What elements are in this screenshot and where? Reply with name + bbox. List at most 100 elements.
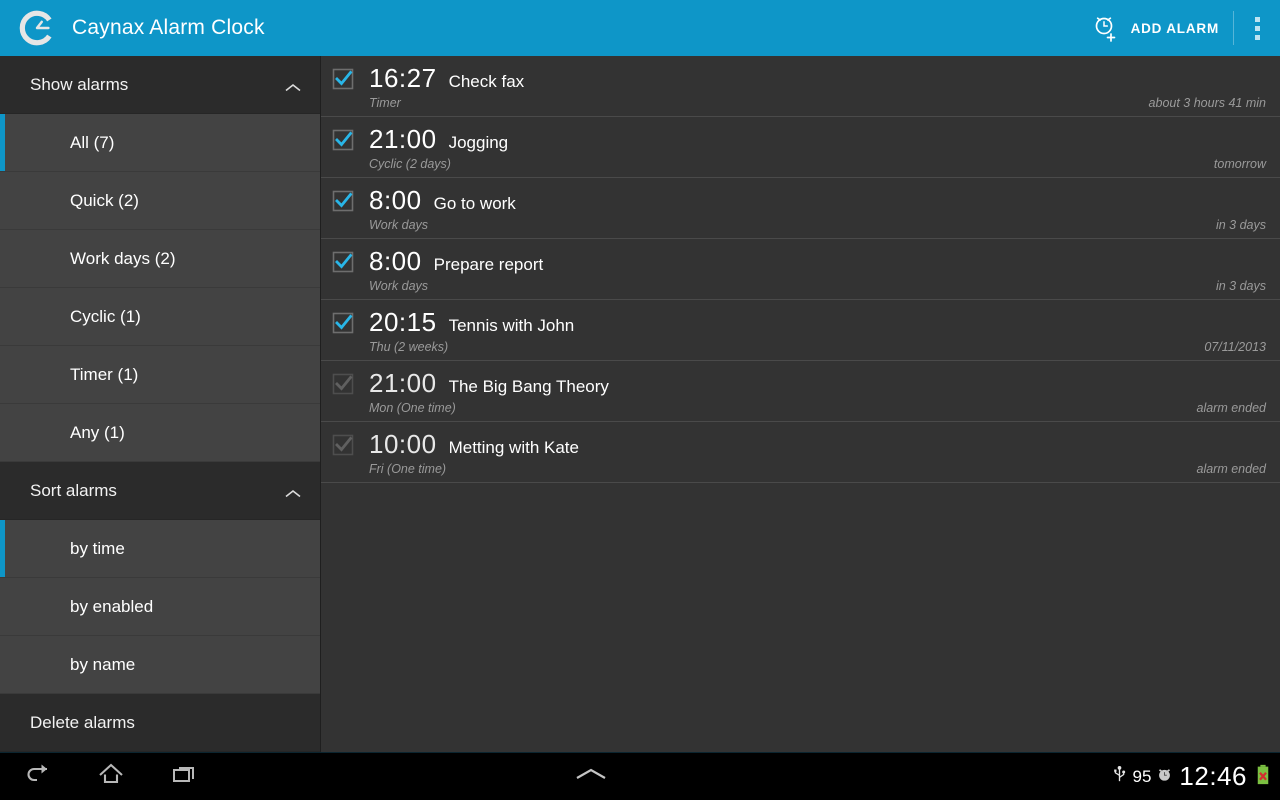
sidebar-item-cyclic[interactable]: Cyclic (1) [0,288,320,346]
sidebar-item-sort-by-enabled[interactable]: by enabled [0,578,320,636]
recent-apps-icon [170,759,200,794]
alarm-row[interactable]: 8:00 Prepare report Work days in 3 days [321,239,1280,300]
alarm-name: Jogging [448,133,509,152]
alarm-type: Work days [369,218,429,232]
alarm-title-group: 8:00 Go to work [369,186,516,214]
android-screen: Caynax Alarm Clock ADD ALARM Show alarms… [0,0,1280,800]
recent-apps-button[interactable] [148,753,222,800]
usb-icon [1112,765,1127,789]
overflow-menu-icon [1254,16,1260,22]
alarm-type: Cyclic (2 days) [369,157,451,171]
overflow-menu-button[interactable] [1234,0,1280,56]
action-bar-actions: ADD ALARM [1081,0,1280,56]
alarm-clock-icon [1156,766,1173,788]
sidebar-section-show-alarms[interactable]: Show alarms [0,56,320,114]
sidebar-section-sort-alarms-label: Sort alarms [30,480,117,500]
sidebar-section-show-alarms-label: Show alarms [30,74,129,94]
sidebar-item-any-label: Any (1) [70,422,125,442]
sidebar-item-work-days[interactable]: Work days (2) [0,230,320,288]
chevron-up-icon [284,486,302,497]
alarm-enabled-checkbox[interactable] [332,373,354,395]
overflow-menu-icon-dot3 [1254,34,1260,40]
alarm-enabled-checkbox[interactable] [332,312,354,334]
app-title: Caynax Alarm Clock [72,16,265,39]
sidebar-item-sort-by-time[interactable]: by time [0,520,320,578]
status-icons[interactable]: 95 12:46 [1112,761,1280,792]
add-alarm-label: ADD ALARM [1130,20,1219,36]
alarm-enabled-checkbox[interactable] [332,129,354,151]
alarm-name: Metting with Kate [448,438,579,457]
alarm-name: The Big Bang Theory [448,377,609,396]
sidebar-item-timer-label: Timer (1) [70,364,139,384]
alarm-status: alarm ended [1196,462,1267,476]
sidebar-item-quick[interactable]: Quick (2) [0,172,320,230]
alarm-row[interactable]: 8:00 Go to work Work days in 3 days [321,178,1280,239]
sidebar-item-all[interactable]: All (7) [0,114,320,172]
home-icon [96,759,126,794]
sidebar-item-cyclic-label: Cyclic (1) [70,306,141,326]
alarm-time: 8:00 [369,246,422,276]
alarm-enabled-checkbox[interactable] [332,251,354,273]
sidebar-item-sort-by-time-label: by time [70,538,125,558]
alarm-name: Prepare report [433,255,544,274]
caynax-c-clock-logo-icon [18,9,56,47]
sidebar-item-any[interactable]: Any (1) [0,404,320,462]
system-nav-keys [0,753,320,800]
alarm-name: Tennis with John [448,316,575,335]
alarm-status: about 3 hours 41 min [1148,96,1266,110]
system-navigation-bar: 95 12:46 [0,752,1280,800]
add-alarm-button[interactable]: ADD ALARM [1081,0,1233,56]
alarm-type: Mon (One time) [369,401,456,415]
alarm-enabled-checkbox[interactable] [332,190,354,212]
alarm-enabled-checkbox[interactable] [332,434,354,456]
alarm-type: Timer [369,96,401,110]
sidebar-item-sort-by-name-label: by name [70,654,136,674]
sidebar-item-quick-label: Quick (2) [70,190,139,210]
alarm-status: tomorrow [1213,157,1266,171]
alarm-status: in 3 days [1215,279,1266,293]
alarm-name: Go to work [433,194,516,213]
alarm-title-group: 21:00 Jogging [369,125,508,153]
alarm-title-group: 16:27 Check fax [369,64,524,92]
back-button[interactable] [0,753,74,800]
alarm-status: alarm ended [1196,401,1267,415]
alarm-row[interactable]: 10:00 Metting with Kate Fri (One time) a… [321,422,1280,483]
alarm-time: 21:00 [369,124,437,154]
alarm-time: 8:00 [369,185,422,215]
sidebar: Show alarms All (7) Quick (2) Work days … [0,56,320,752]
alarm-time: 21:00 [369,368,437,398]
alarm-row[interactable]: 20:15 Tennis with John Thu (2 weeks) 07/… [321,300,1280,361]
alarm-time: 16:27 [369,63,437,93]
sidebar-section-sort-alarms[interactable]: Sort alarms [0,462,320,520]
alarm-row[interactable]: 21:00 Jogging Cyclic (2 days) tomorrow [321,117,1280,178]
alarm-time: 20:15 [369,307,437,337]
alarm-status: 07/11/2013 [1204,340,1266,354]
alarm-type: Fri (One time) [369,462,447,476]
alarm-title-group: 8:00 Prepare report [369,247,543,275]
alarm-row[interactable]: 16:27 Check fax Timer about 3 hours 41 m… [321,56,1280,117]
alarm-name: Check fax [448,72,525,91]
alarm-title-group: 21:00 The Big Bang Theory [369,369,609,397]
battery-error-icon [1256,764,1270,790]
alarm-title-group: 20:15 Tennis with John [369,308,574,336]
sidebar-item-all-label: All (7) [70,132,115,152]
sidebar-item-sort-by-name[interactable]: by name [0,636,320,694]
alarm-title-group: 10:00 Metting with Kate [369,430,579,458]
alarm-add-icon [1091,13,1121,43]
chevron-up-icon [571,768,611,786]
chevron-up-icon [284,80,302,91]
sidebar-item-timer[interactable]: Timer (1) [0,346,320,404]
battery-percent-label: 95 [1132,766,1152,786]
alarm-time: 10:00 [369,429,437,459]
alarm-type: Work days [369,279,429,293]
action-bar: Caynax Alarm Clock ADD ALARM [0,0,1280,56]
alarm-status: in 3 days [1215,218,1266,232]
alarm-row[interactable]: 21:00 The Big Bang Theory Mon (One time)… [321,361,1280,422]
back-icon [22,759,52,794]
notification-handle[interactable] [571,766,611,787]
sidebar-item-delete-alarms[interactable]: Delete alarms [0,694,320,752]
alarm-enabled-checkbox[interactable] [332,68,354,90]
home-button[interactable] [74,753,148,800]
status-clock: 12:46 [1179,761,1247,791]
sidebar-item-delete-alarms-label: Delete alarms [30,712,135,732]
